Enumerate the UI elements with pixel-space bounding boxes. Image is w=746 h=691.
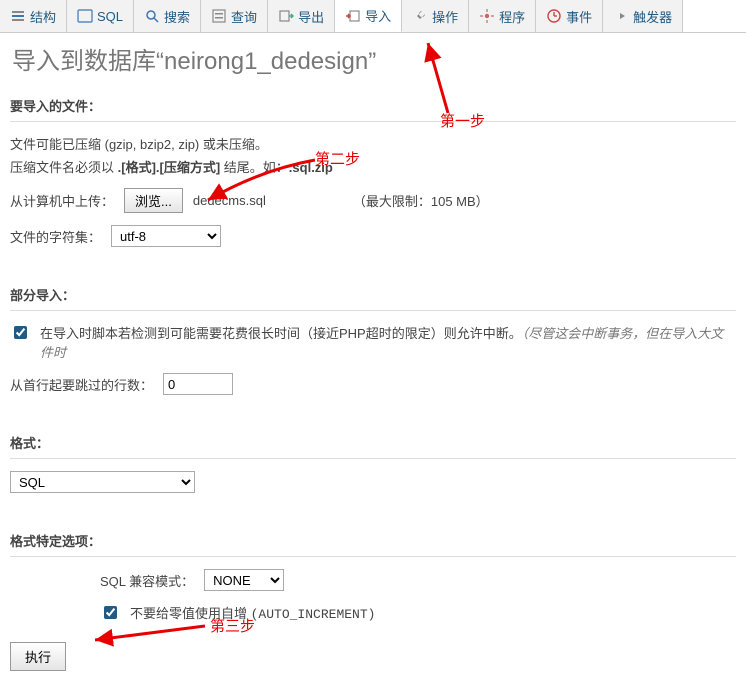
tab-label: 事件 bbox=[566, 7, 592, 26]
sql-icon bbox=[77, 8, 93, 24]
routines-icon bbox=[479, 8, 495, 24]
heading-format: 格式： bbox=[10, 427, 736, 459]
tab-routines[interactable]: 程序 bbox=[469, 0, 536, 32]
tab-label: 触发器 bbox=[633, 7, 672, 26]
text-max-limit: （最大限制：105 MB） bbox=[353, 191, 489, 210]
tab-events[interactable]: 事件 bbox=[536, 0, 603, 32]
heading-partial-import: 部分导入： bbox=[10, 279, 736, 311]
tab-label: 搜索 bbox=[164, 7, 190, 26]
browse-button[interactable]: 浏览... bbox=[124, 188, 183, 213]
structure-icon bbox=[10, 8, 26, 24]
text-no-autoincrement: 不要给零值使用自增 (AUTO_INCREMENT) bbox=[130, 603, 375, 622]
wrench-icon bbox=[412, 8, 428, 24]
label-sql-compat: SQL 兼容模式： bbox=[100, 571, 194, 590]
heading-file-to-import: 要导入的文件： bbox=[10, 90, 736, 122]
query-icon bbox=[211, 8, 227, 24]
export-icon bbox=[278, 8, 294, 24]
select-format[interactable]: SQL bbox=[10, 471, 195, 493]
tab-label: 查询 bbox=[231, 7, 257, 26]
clock-icon bbox=[546, 8, 562, 24]
tab-sql[interactable]: SQL bbox=[67, 0, 134, 32]
tab-label: 导出 bbox=[298, 7, 324, 26]
tab-query[interactable]: 查询 bbox=[201, 0, 268, 32]
text-allow-interrupt: 在导入时脚本若检测到可能需要花费很长时间（接近PHP超时的限定）则允许中断。（尽… bbox=[40, 323, 736, 361]
input-skip-rows[interactable] bbox=[163, 373, 233, 395]
tab-operations[interactable]: 操作 bbox=[402, 0, 469, 32]
select-file-charset[interactable]: utf-8 bbox=[111, 225, 221, 247]
tab-search[interactable]: 搜索 bbox=[134, 0, 201, 32]
checkbox-no-autoincrement[interactable] bbox=[104, 606, 117, 619]
trigger-icon bbox=[613, 8, 629, 24]
text-compress-note: 文件可能已压缩 (gzip, bzip2, zip) 或未压缩。 bbox=[10, 134, 736, 153]
checkbox-allow-interrupt[interactable] bbox=[14, 326, 27, 339]
tab-bar: 结构 SQL 搜索 查询 导出 导入 操作 程序 事件 触发器 bbox=[0, 0, 746, 33]
tab-triggers[interactable]: 触发器 bbox=[603, 0, 683, 32]
label-file-charset: 文件的字符集： bbox=[10, 227, 101, 246]
search-icon bbox=[144, 8, 160, 24]
page-title: 导入到数据库“neirong1_dedesign” bbox=[0, 33, 746, 90]
tab-label: 程序 bbox=[499, 7, 525, 26]
label-skip-rows: 从首行起要跳过的行数： bbox=[10, 375, 153, 394]
tab-import[interactable]: 导入 bbox=[335, 0, 402, 32]
tab-export[interactable]: 导出 bbox=[268, 0, 335, 32]
tab-label: 导入 bbox=[365, 6, 391, 25]
label-upload-from-computer: 从计算机中上传： bbox=[10, 191, 114, 210]
select-sql-compat[interactable]: NONE bbox=[204, 569, 284, 591]
tab-label: 操作 bbox=[432, 7, 458, 26]
tab-label: SQL bbox=[97, 9, 123, 24]
text-name-rule: 压缩文件名必须以 .[格式].[压缩方式] 结尾。如：.sql.zip bbox=[10, 157, 736, 176]
text-file-name: dedecms.sql bbox=[193, 193, 283, 208]
import-icon bbox=[345, 8, 361, 24]
heading-format-options: 格式特定选项： bbox=[10, 525, 736, 557]
go-button[interactable]: 执行 bbox=[10, 642, 66, 671]
tab-label: 结构 bbox=[30, 7, 56, 26]
tab-structure[interactable]: 结构 bbox=[0, 0, 67, 32]
